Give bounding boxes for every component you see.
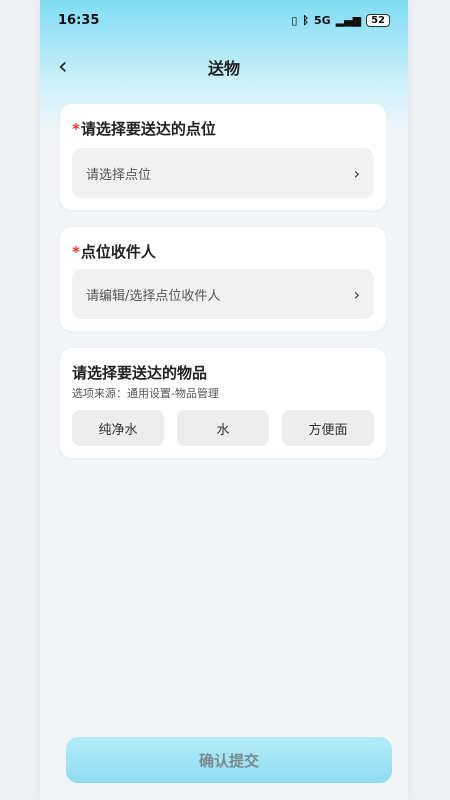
page-title: 送物 — [207, 59, 240, 78]
items-source-note: 选项来源：通用设置-物品管理 — [72, 387, 219, 400]
chevron-left-icon[interactable]: ‹ — [58, 54, 68, 78]
item-option[interactable]: 水 — [177, 410, 269, 446]
item-option[interactable]: 纯净水 — [72, 410, 164, 446]
submit-button[interactable]: 确认提交 — [66, 737, 392, 783]
chevron-right-icon: › — [353, 284, 360, 304]
status-bar: 16:35 ▯ ᛒ 5G ▂▄▆ 52 — [40, 8, 408, 32]
signal-icon: ▂▄▆ — [335, 13, 362, 27]
point-card: *请选择要送达的点位 请选择点位 › — [60, 104, 386, 210]
required-mark: * — [72, 120, 80, 138]
battery-icon: 52 — [366, 13, 390, 27]
recipient-placeholder: 请编辑/选择点位收件人 — [86, 288, 221, 304]
app-screen: 16:35 ▯ ᛒ 5G ▂▄▆ 52 ‹ 送物 *请选择要送达的点位 请选择点… — [40, 0, 408, 800]
bluetooth-icon: ᛒ — [302, 13, 309, 27]
recipient-label-text: 点位收件人 — [80, 243, 156, 261]
items-label: 请选择要送达的物品 — [72, 364, 208, 382]
point-label-text: 请选择要送达的点位 — [80, 120, 216, 138]
network-label: 5G — [314, 13, 331, 27]
navigation-bar: ‹ 送物 — [40, 50, 408, 84]
recipient-label: *点位收件人 — [72, 241, 156, 262]
recipient-card: *点位收件人 请编辑/选择点位收件人 › — [60, 227, 386, 331]
point-select[interactable]: 请选择点位 › — [72, 148, 374, 198]
vibrate-icon: ▯ — [291, 13, 298, 27]
status-time: 16:35 — [58, 12, 100, 28]
recipient-select[interactable]: 请编辑/选择点位收件人 › — [72, 269, 374, 319]
point-label: *请选择要送达的点位 — [72, 118, 216, 139]
item-option[interactable]: 方便面 — [282, 410, 374, 446]
items-card: 请选择要送达的物品 选项来源：通用设置-物品管理 纯净水 水 方便面 — [60, 348, 386, 458]
required-mark: * — [72, 243, 80, 261]
status-icons: ▯ ᛒ 5G ▂▄▆ 52 — [291, 13, 390, 27]
chevron-right-icon: › — [353, 163, 360, 183]
point-placeholder: 请选择点位 — [86, 167, 152, 183]
